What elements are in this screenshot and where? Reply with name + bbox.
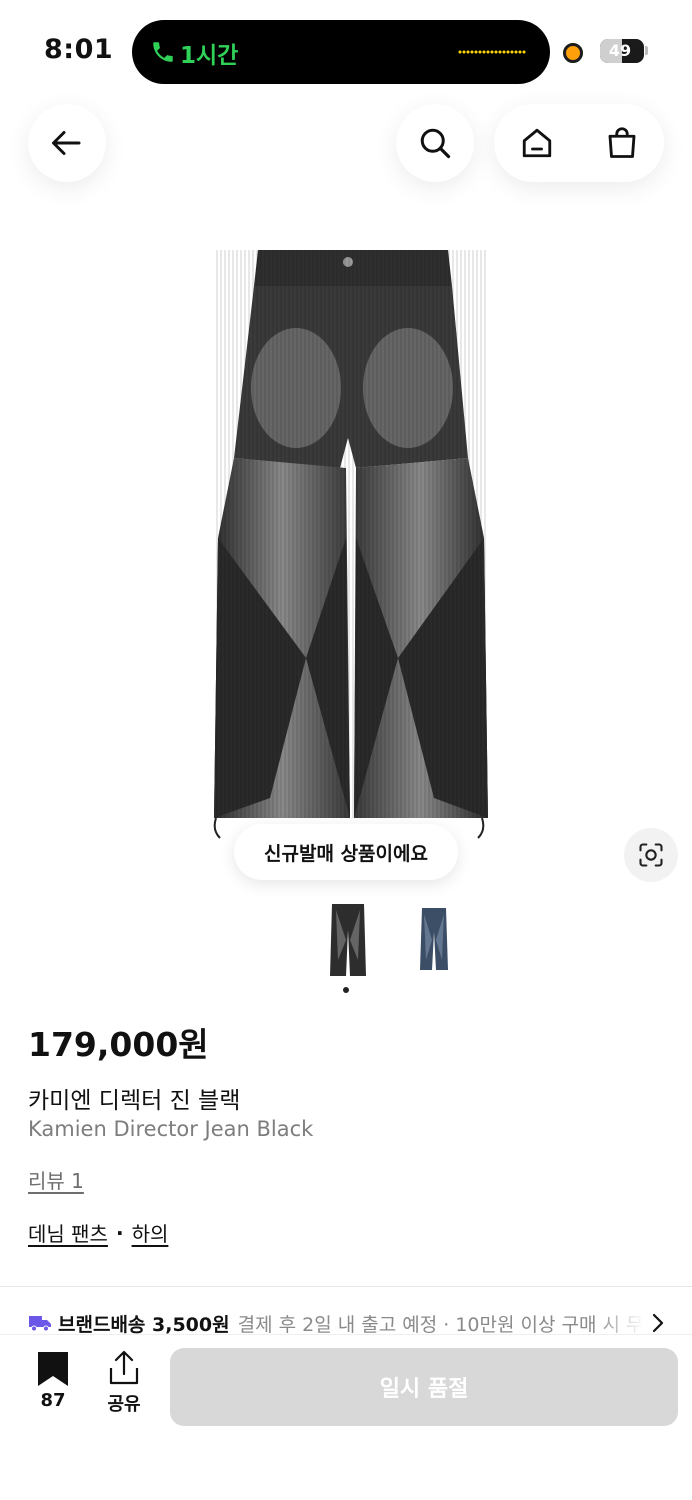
- home-icon: [522, 128, 551, 158]
- section-divider: [0, 1286, 692, 1287]
- search-button[interactable]: [396, 104, 474, 182]
- product-name-ko: 카미엔 디렉터 진 블랙: [28, 1088, 241, 1114]
- product-price: 179,000원: [28, 1025, 209, 1064]
- status-time: 8:01: [44, 34, 114, 65]
- shipping-detail: 결제 후 2일 내 출고 예정 · 10만원 이상 구매 시 무료배송: [237, 1313, 644, 1336]
- category-link-bottoms[interactable]: 하의: [132, 1218, 169, 1247]
- chevron-right-icon: [652, 1313, 664, 1333]
- phone-icon: [153, 42, 173, 62]
- home-button[interactable]: [507, 113, 567, 173]
- shipping-fee: 브랜드배송 3,500원: [58, 1313, 230, 1336]
- category-breadcrumb: 데님 팬츠 · 하의: [28, 1218, 168, 1247]
- bookmark-icon: [38, 1352, 68, 1386]
- delivery-truck-icon: [29, 1316, 51, 1332]
- product-name-en: Kamien Director Jean Black: [28, 1117, 314, 1141]
- back-button[interactable]: [28, 104, 106, 182]
- share-button[interactable]: 공유: [100, 1350, 148, 1420]
- cart-button[interactable]: [592, 113, 652, 173]
- battery-icon: 49: [600, 39, 644, 63]
- bookmark-count: 87: [40, 1390, 66, 1411]
- category-separator: ·: [115, 1220, 124, 1245]
- image-search-button[interactable]: [624, 828, 678, 882]
- carousel-indicator-dot: [343, 987, 349, 993]
- thumbnail-blue-jeans[interactable]: [412, 900, 456, 980]
- search-icon: [420, 128, 451, 159]
- dynamic-island[interactable]: 1시간: [132, 20, 550, 84]
- sold-out-button[interactable]: 일시 품절: [170, 1348, 678, 1426]
- recording-indicator-icon: [563, 43, 583, 63]
- shopping-bag-icon: [608, 127, 635, 158]
- share-label: 공유: [107, 1394, 141, 1415]
- battery-cap: [645, 46, 648, 55]
- arrow-left-icon: [52, 131, 81, 155]
- new-release-badge: 신규발매 상품이에요: [234, 824, 458, 880]
- bookmark-button[interactable]: 87: [32, 1350, 74, 1420]
- audio-waveform-icon: [458, 50, 526, 54]
- review-link[interactable]: 리뷰 1: [28, 1165, 84, 1194]
- thumbnail-black-jeans[interactable]: [326, 900, 370, 980]
- product-image[interactable]: [196, 238, 506, 868]
- battery-percent: 49: [608, 41, 632, 60]
- share-icon: [109, 1350, 139, 1385]
- category-link-denim-pants[interactable]: 데님 팬츠: [28, 1218, 108, 1247]
- header-action-group: [494, 104, 664, 182]
- lens-search-icon: [639, 843, 663, 867]
- call-duration: 1시간: [180, 43, 239, 69]
